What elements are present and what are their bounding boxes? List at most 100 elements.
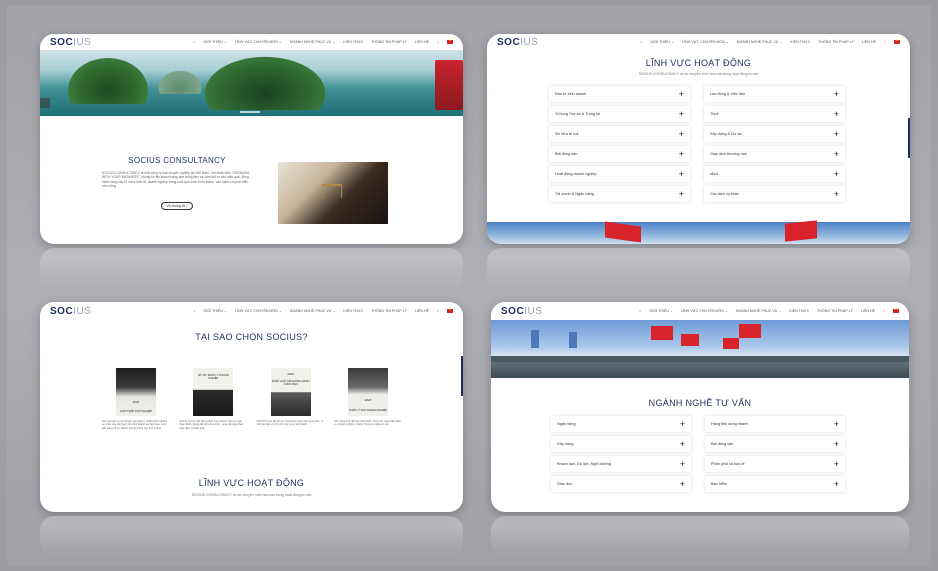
about-us-button[interactable]: Về chúng tôi ⟩ — [161, 202, 193, 211]
menu-item-expertise[interactable]: LĨNH VỰC CHUYÊN MÔN ⌄ — [235, 40, 282, 44]
top-nav: SOCIUS ⌂ GIỚI THIỆU ⌄ LĨNH VỰC CHUYÊN MÔ… — [487, 34, 910, 50]
scrollbar[interactable] — [908, 118, 910, 158]
slider-prev-button[interactable] — [40, 98, 50, 108]
practice-item[interactable]: Tài chính & Ngân hàng + — [549, 186, 690, 202]
home-icon[interactable]: ⌂ — [193, 309, 195, 313]
practice-item[interactable]: Bất động sản + — [549, 146, 690, 162]
menu-item-industries[interactable]: NGÀNH NGHỀ PHỤC VỤ ⌄ — [736, 309, 782, 313]
scale-icon — [322, 184, 342, 198]
main-menu: ⌂ GIỚI THIỆU ⌄ LĨNH VỰC CHUYÊN MÔN ⌄ NGÀ… — [639, 307, 899, 313]
search-icon[interactable]: ⌕ — [437, 40, 439, 44]
industry-item[interactable]: Ngân hàng + — [551, 416, 691, 432]
practice-title: LĨNH VỰC HOẠT ĐỘNG — [645, 58, 752, 68]
practice-item[interactable]: Tố tụng Tòa án & Trọng tài + — [549, 106, 690, 122]
handshake-image — [278, 162, 388, 224]
menu-item-knowledge[interactable]: KIẾN THỨC — [343, 40, 363, 44]
home-icon[interactable]: ⌂ — [639, 309, 641, 313]
search-icon[interactable]: ⌕ — [883, 309, 885, 313]
logo[interactable]: SOCIUS — [501, 306, 542, 317]
menu-item-about[interactable]: GIỚI THIỆU ⌄ — [650, 40, 674, 44]
plus-icon: + — [833, 109, 839, 119]
panel-industries: SOCIUS ⌂ GIỚI THIỆU ⌄ LĨNH VỰC CHUYÊN MÔ… — [491, 302, 909, 512]
practice-item[interactable]: Đầu tư kinh doanh + — [549, 86, 690, 102]
banner-flag-1 — [651, 326, 673, 340]
flag-icon[interactable] — [447, 307, 453, 313]
flag-2 — [785, 220, 817, 242]
practice-item[interactable]: Lao động & Việc làm + — [704, 86, 845, 102]
scrollbar[interactable] — [461, 356, 463, 396]
why-card[interactable]: 2022 PHÁP LUẬT LIÊN ĐỒNG HÀNH CÙNG BẠN S… — [257, 368, 325, 430]
menu-item-contact[interactable]: LIÊN HỆ — [861, 309, 875, 313]
industry-item[interactable]: Khách sạn, Du lịch, Nghỉ dưỡng + — [551, 456, 691, 472]
industry-item[interactable]: Xây dựng + — [551, 436, 691, 452]
why-card-text: Với mạng lưới đối tác rộng khắp, chúng t… — [333, 420, 401, 427]
book-cover-1: 2022 LUẬT PHÁP KHỞI NGHIỆP — [116, 368, 156, 416]
menu-item-legal-info[interactable]: THÔNG TIN PHÁP LÝ — [371, 309, 407, 313]
slider-dots[interactable] — [240, 111, 260, 113]
banner-flag-3 — [723, 338, 739, 349]
panel-practice-areas: SOCIUS ⌂ GIỚI THIỆU ⌄ LĨNH VỰC CHUYÊN MÔ… — [487, 34, 910, 244]
practice-item[interactable]: Xây dựng & Dự án + — [704, 126, 845, 142]
flag-icon[interactable] — [894, 38, 900, 44]
menu-item-industries[interactable]: NGÀNH NGHỀ PHỤC VỤ ⌄ — [290, 309, 336, 313]
industry-item[interactable]: Bất động sản + — [705, 436, 845, 452]
menu-item-industries[interactable]: NGÀNH NGHỀ PHỤC VỤ ⌄ — [737, 40, 783, 44]
practice-item[interactable]: Thuế + — [704, 106, 845, 122]
menu-item-about[interactable]: GIỚI THIỆU ⌄ — [649, 309, 673, 313]
practice-item[interactable]: M&A + — [704, 166, 845, 182]
intro-section: SOCIUS CONSULTANCY SOCIUS CONSULTANCY là… — [102, 156, 252, 212]
flag-icon[interactable] — [447, 38, 453, 44]
menu-item-contact[interactable]: LIÊN HỆ — [415, 309, 429, 313]
plus-icon: + — [678, 169, 684, 179]
plus-icon: + — [833, 439, 839, 449]
karst-island-center — [200, 54, 330, 110]
why-card[interactable]: SỔ TAY PHÁP LÝ DOANH NGHIỆP Chúng tôi ca… — [179, 368, 247, 430]
menu-item-legal-info[interactable]: THÔNG TIN PHÁP LÝ — [371, 40, 407, 44]
panel-home-intro: SOCIUS ⌂ GIỚI THIỆU ⌄ LĨNH VỰC CHUYÊN MÔ… — [40, 34, 463, 244]
practice-subtitle: SOCIUS CONSULTANCY có sự chuyên môn hóa … — [638, 72, 759, 76]
industry-item[interactable]: Bảo hiểm + — [705, 476, 845, 492]
menu-item-legal-info[interactable]: THÔNG TIN PHÁP LÝ — [817, 309, 853, 313]
menu-item-legal-info[interactable]: THÔNG TIN PHÁP LÝ — [818, 40, 854, 44]
menu-item-about[interactable]: GIỚI THIỆU ⌄ — [203, 309, 227, 313]
menu-item-industries[interactable]: NGÀNH NGHỀ PHỤC VỤ ⌄ — [290, 40, 336, 44]
why-card[interactable]: 2022 PHÁP LÝ CHO DOANH NGHIỆP Với mạng l… — [334, 368, 402, 430]
banner-flag-6 — [569, 332, 577, 348]
intro-paragraph: SOCIUS CONSULTANCY là một công ty luật c… — [102, 171, 250, 188]
bridge-deck — [491, 356, 909, 362]
practice-item[interactable]: Giao dịch thương mại + — [704, 146, 845, 162]
why-card[interactable]: 2022 LUẬT PHÁP KHỞI NGHIỆP Đội ngũ luật … — [102, 368, 170, 430]
menu-item-knowledge[interactable]: KIẾN THỨC — [343, 309, 363, 313]
menu-item-expertise[interactable]: LĨNH VỰC CHUYÊN MÔN ⌄ — [682, 40, 729, 44]
search-icon[interactable]: ⌕ — [437, 309, 439, 313]
industry-item[interactable]: Giáo dục + — [551, 476, 691, 492]
book-cover-4: 2022 PHÁP LÝ CHO DOANH NGHIỆP — [347, 368, 388, 416]
practice-item[interactable]: Các dịch vụ khác + — [704, 186, 845, 202]
logo[interactable]: SOCIUS — [50, 306, 91, 317]
practice-item[interactable]: Hoạt động doanh nghiệp + — [549, 166, 690, 182]
menu-item-contact[interactable]: LIÊN HỆ — [862, 40, 876, 44]
top-nav: SOCIUS ⌂ GIỚI THIỆU ⌄ LĨNH VỰC CHUYÊN MÔ… — [491, 302, 909, 320]
menu-item-knowledge[interactable]: KIẾN THỨC — [789, 309, 809, 313]
banner-flag-2 — [681, 334, 699, 346]
plus-icon: + — [678, 149, 684, 159]
menu-item-knowledge[interactable]: KIẾN THỨC — [790, 40, 810, 44]
industry-item[interactable]: Hàng tiêu dùng nhanh + — [705, 416, 845, 432]
home-icon[interactable]: ⌂ — [193, 40, 195, 44]
menu-item-about[interactable]: GIỚI THIỆU ⌄ — [203, 40, 227, 44]
logo[interactable]: SOCIUS — [50, 37, 91, 48]
logo[interactable]: SOCIUS — [497, 37, 538, 48]
home-icon[interactable]: ⌂ — [640, 40, 642, 44]
industry-item[interactable]: Phân phối và bán lẻ + — [705, 456, 845, 472]
plus-icon: + — [833, 419, 839, 429]
flag-icon[interactable] — [893, 307, 899, 313]
practice-item[interactable]: Sở hữu trí tuệ + — [549, 126, 690, 142]
menu-item-expertise[interactable]: LĨNH VỰC CHUYÊN MÔN ⌄ — [235, 309, 282, 313]
plus-icon: + — [833, 189, 839, 199]
menu-item-contact[interactable]: LIÊN HỆ — [415, 40, 429, 44]
plus-icon: + — [833, 459, 839, 469]
plus-icon: + — [678, 89, 684, 99]
main-menu: ⌂ GIỚI THIỆU ⌄ LĨNH VỰC CHUYÊN MÔN ⌄ NGÀ… — [640, 38, 900, 44]
menu-item-expertise[interactable]: LĨNH VỰC CHUYÊN MÔN ⌄ — [681, 309, 728, 313]
search-icon[interactable]: ⌕ — [884, 40, 886, 44]
